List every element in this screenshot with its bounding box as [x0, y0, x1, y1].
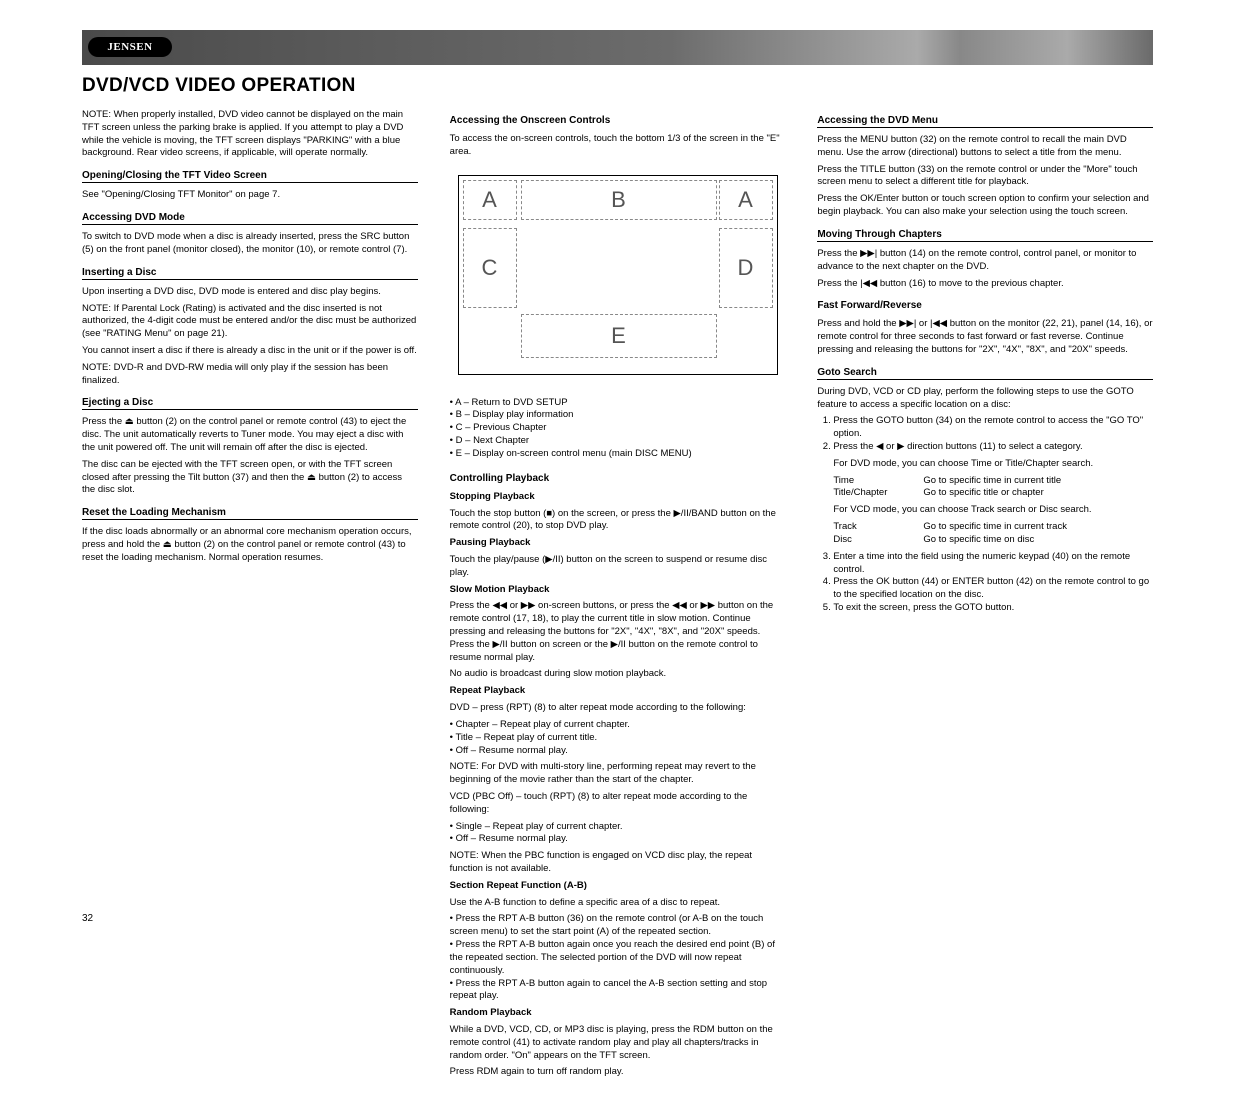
list-item: Off – Resume normal play.	[450, 833, 786, 846]
pause-title: Pausing Playback	[450, 537, 531, 548]
legend-item: E – Display on-screen control menu (main…	[450, 448, 786, 461]
repeat-vcd: VCD (PBC Off) – touch (RPT) (8) to alter…	[450, 791, 786, 817]
goto-vcd-table: TrackGo to specific time in current trac…	[817, 521, 1153, 547]
subhead-insert: Inserting a Disc	[82, 267, 418, 280]
legend-item: A – Return to DVD SETUP	[450, 397, 786, 410]
subhead-play: Controlling Playback	[450, 473, 786, 485]
list-item: Press the RPT A-B button again once you …	[450, 939, 786, 977]
repeat-dvd-note: NOTE: For DVD with multi-story line, per…	[450, 761, 786, 787]
slow-title: Slow Motion Playback	[450, 584, 550, 595]
goto-body: During DVD, VCD or CD play, perform the …	[817, 386, 1153, 412]
table-cell: Go to specific time in current track	[923, 521, 1067, 534]
goto-dvd: For DVD mode, you can choose Time or Tit…	[817, 458, 1153, 471]
eject-body1: Press the ⏏ button (2) on the control pa…	[82, 416, 418, 454]
insert-body: Upon inserting a DVD disc, DVD mode is e…	[82, 286, 418, 299]
table-cell: Go to specific title or chapter	[923, 487, 1043, 500]
table-cell: Time	[833, 475, 923, 488]
list-item: Press the GOTO button (34) on the remote…	[833, 415, 1153, 441]
goto-vcd: For VCD mode, you can choose Track searc…	[817, 504, 1153, 517]
opening-body: See "Opening/Closing TFT Monitor" on pag…	[82, 189, 418, 202]
insert-mp3: NOTE: DVD-R and DVD-RW media will only p…	[82, 362, 418, 388]
repeat-title: Repeat Playback	[450, 685, 526, 696]
moving-body2: Press the |◀◀ button (16) to move to the…	[817, 278, 1153, 291]
access-body: To switch to DVD mode when a disc is alr…	[82, 231, 418, 257]
diagram-lead: To access the on-screen controls, touch …	[450, 133, 786, 159]
zone-a-right: A	[719, 180, 773, 220]
subhead-opening: Opening/Closing the TFT Video Screen	[82, 170, 418, 183]
diagram-legend: A – Return to DVD SETUP B – Display play…	[450, 397, 786, 461]
goto-dvd-table: TimeGo to specific time in current title…	[817, 475, 1153, 501]
content-columns: NOTE: When properly installed, DVD video…	[82, 109, 1153, 1079]
moving-body: Press the ▶▶| button (14) on the remote …	[817, 248, 1153, 274]
table-cell: Title/Chapter	[833, 487, 923, 500]
page-title: DVD/VCD VIDEO OPERATION	[82, 75, 1153, 97]
list-item: Chapter – Repeat play of current chapter…	[450, 719, 786, 732]
random-off: Press RDM again to turn off random play.	[450, 1066, 786, 1079]
subhead-access: Accessing DVD Mode	[82, 212, 418, 225]
stop-title: Stopping Playback	[450, 491, 535, 502]
repeat-vcd-list: Single – Repeat play of current chapter.…	[450, 821, 786, 847]
zone-c: C	[463, 228, 517, 308]
reset-body: If the disc loads abnormally or an abnor…	[82, 526, 418, 564]
subhead-fast: Fast Forward/Reverse	[817, 300, 1153, 312]
legend-item: B – Display play information	[450, 409, 786, 422]
list-item: Title – Repeat play of current title.	[450, 732, 786, 745]
section-list: Press the RPT A-B button (36) on the rem…	[450, 913, 786, 1003]
list-item: Press the RPT A-B button (36) on the rem…	[450, 913, 786, 939]
accessmenu-body2: Press the TITLE button (33) on the remot…	[817, 164, 1153, 190]
subhead-eject: Ejecting a Disc	[82, 397, 418, 410]
accessmenu-body3: Press the OK/Enter button or touch scree…	[817, 193, 1153, 219]
slow-note: No audio is broadcast during slow motion…	[450, 668, 786, 681]
zone-e: E	[521, 314, 717, 358]
repeat-dvd: DVD – press (RPT) (8) to alter repeat mo…	[450, 702, 786, 715]
column-1: NOTE: When properly installed, DVD video…	[82, 109, 418, 1079]
table-cell: Go to specific time on disc	[923, 534, 1034, 547]
slow-body: Press the ◀◀ or ▶▶ on-screen buttons, or…	[450, 600, 786, 664]
stop-body: Touch the stop button (■) on the screen,…	[450, 508, 786, 534]
legend-item: D – Next Chapter	[450, 435, 786, 448]
list-item: Press the ◀ or ▶ direction buttons (11) …	[833, 441, 1153, 454]
brand-text: JENSEN	[107, 41, 152, 53]
goto-list2: Enter a time into the field using the nu…	[817, 551, 1153, 615]
intro-note: NOTE: When properly installed, DVD video…	[82, 109, 418, 160]
table-cell: Go to specific time in current title	[923, 475, 1061, 488]
screen-zone-diagram: A B A C D E	[450, 175, 786, 375]
header-banner: JENSEN	[82, 30, 1153, 65]
column-3: Accessing the DVD Menu Press the MENU bu…	[817, 109, 1153, 1079]
brand-logo: JENSEN	[88, 37, 172, 57]
repeat-dvd-list: Chapter – Repeat play of current chapter…	[450, 719, 786, 757]
list-item: Single – Repeat play of current chapter.	[450, 821, 786, 834]
random-body: While a DVD, VCD, CD, or MP3 disc is pla…	[450, 1024, 786, 1062]
subhead-accessmenu: Accessing the DVD Menu	[817, 115, 1153, 128]
list-item: Press the OK button (44) or ENTER button…	[833, 576, 1153, 602]
subhead-reset: Reset the Loading Mechanism	[82, 507, 418, 520]
goto-list: Press the GOTO button (34) on the remote…	[817, 415, 1153, 453]
list-item: To exit the screen, press the GOTO butto…	[833, 602, 1153, 615]
eject-body2: The disc can be ejected with the TFT scr…	[82, 459, 418, 497]
pause-body: Touch the play/pause (▶/II) button on th…	[450, 554, 786, 580]
table-cell: Track	[833, 521, 923, 534]
column-2: Accessing the Onscreen Controls To acces…	[450, 109, 786, 1079]
fast-body: Press and hold the ▶▶| or |◀◀ button on …	[817, 318, 1153, 356]
section-body: Use the A-B function to define a specifi…	[450, 897, 786, 910]
list-item: Enter a time into the field using the nu…	[833, 551, 1153, 577]
subhead-moving: Moving Through Chapters	[817, 229, 1153, 242]
zone-d: D	[719, 228, 773, 308]
section-title: Section Repeat Function (A-B)	[450, 880, 587, 891]
page-number: 32	[82, 913, 93, 924]
list-item: Press the RPT A-B button again to cancel…	[450, 978, 786, 1004]
random-title: Random Playback	[450, 1007, 532, 1018]
subhead-diagram: Accessing the Onscreen Controls	[450, 115, 786, 127]
legend-item: C – Previous Chapter	[450, 422, 786, 435]
zone-b: B	[521, 180, 717, 220]
repeat-vcd-note: NOTE: When the PBC function is engaged o…	[450, 850, 786, 876]
table-cell: Disc	[833, 534, 923, 547]
insert-tip: You cannot insert a disc if there is alr…	[82, 345, 418, 358]
accessmenu-body: Press the MENU button (32) on the remote…	[817, 134, 1153, 160]
subhead-goto: Goto Search	[817, 367, 1153, 380]
insert-note: NOTE: If Parental Lock (Rating) is activ…	[82, 303, 418, 341]
zone-a-left: A	[463, 180, 517, 220]
list-item: Off – Resume normal play.	[450, 745, 786, 758]
